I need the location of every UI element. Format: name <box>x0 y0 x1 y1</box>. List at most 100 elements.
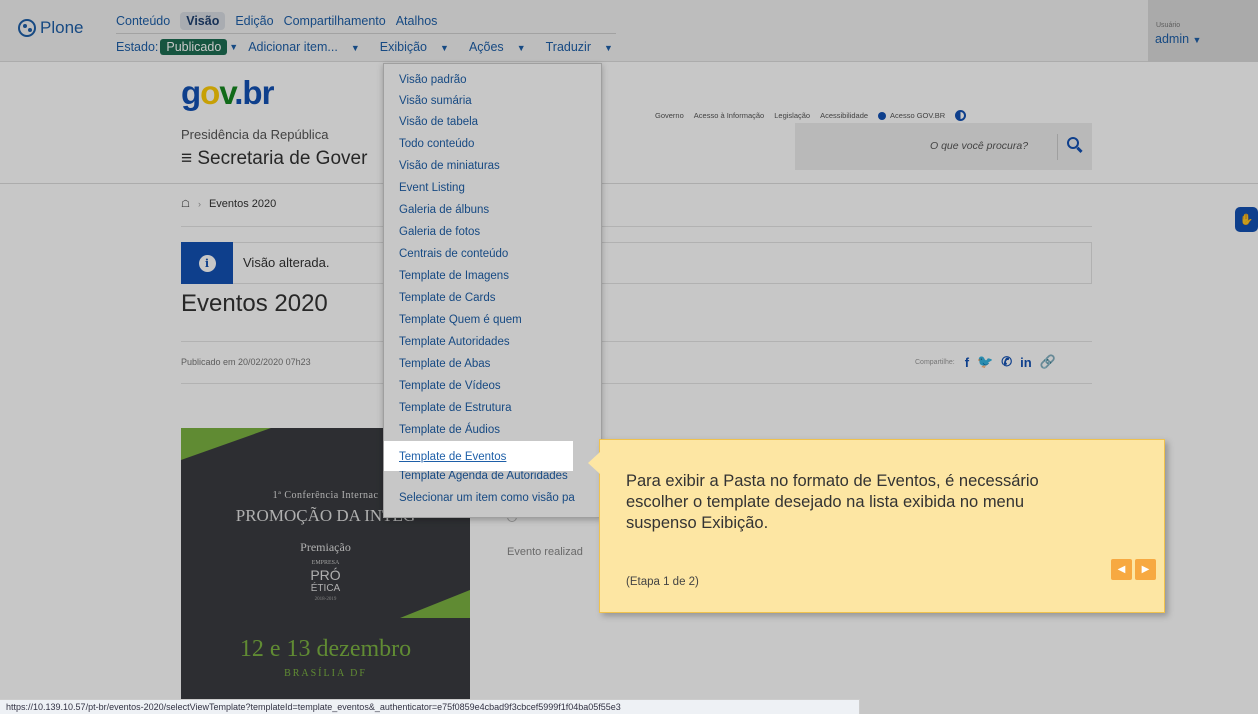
tooltip-step: (Etapa 1 de 2) <box>626 576 699 588</box>
info-icon-box: i <box>181 242 233 284</box>
tab-conteudo[interactable]: Conteúdo <box>116 14 170 28</box>
menu-item-label: Template de Eventos <box>399 451 507 463</box>
govbr-logo[interactable]: gov.br <box>181 74 274 111</box>
site-name-text: Secretaria de Gover <box>197 148 368 169</box>
state-label: Estado: <box>116 40 159 54</box>
page-title: Eventos 2020 <box>181 290 328 317</box>
menu-item[interactable]: Template de Estrutura <box>399 402 512 414</box>
toolbar-divider <box>116 33 616 34</box>
user-menu[interactable] <box>1148 0 1258 62</box>
translate-menu[interactable]: Traduzir ▼ <box>546 40 623 54</box>
actions-label: Ações <box>468 40 504 54</box>
menu-item[interactable]: Centrais de conteúdo <box>399 248 508 260</box>
user-icon <box>878 111 887 120</box>
menu-item[interactable]: Template Quem é quem <box>399 314 522 326</box>
home-icon[interactable]: ☖ <box>181 199 190 210</box>
state-dropdown[interactable]: Publicado <box>160 39 228 55</box>
display-menu[interactable]: Exibição ▼ <box>380 40 459 54</box>
link-acesso-informacao[interactable]: Acesso à Informação <box>694 111 764 120</box>
tab-visao[interactable]: Visão <box>180 12 226 30</box>
contrast-icon[interactable] <box>955 110 967 121</box>
logo-letter-o: o <box>200 74 220 111</box>
menu-item[interactable]: Template Agenda de Autoridades <box>399 470 568 482</box>
menu-item[interactable]: Template de Vídeos <box>399 380 501 392</box>
banner-line: ÉTICA <box>310 583 341 594</box>
menu-item[interactable]: Galeria de álbuns <box>399 204 489 216</box>
org-name: Presidência da República <box>181 127 329 142</box>
add-item-menu[interactable]: Adicionar item... ▼ <box>248 40 370 54</box>
link-governo[interactable]: Governo <box>655 111 684 120</box>
govbr-login-button[interactable]: Acesso GOV.BR <box>878 111 945 120</box>
logo-letter-v: v <box>219 74 235 111</box>
menu-item[interactable]: Template de Cards <box>399 292 496 304</box>
banner-line: 12 e 13 dezembro <box>239 636 412 662</box>
tab-compartilhamento[interactable]: Compartilhamento <box>284 14 386 28</box>
menu-item[interactable]: Todo conteúdo <box>399 138 474 150</box>
tour-prev-button[interactable]: ◀ <box>1111 559 1132 580</box>
user-name[interactable]: admin ▼ <box>1155 32 1201 46</box>
byline-divider-bottom <box>181 383 1092 384</box>
event-side-text: Evento realizad <box>507 546 583 558</box>
menu-item[interactable]: Event Listing <box>399 182 465 194</box>
menu-item[interactable]: Visão padrão <box>399 74 467 86</box>
link-icon[interactable]: 🔗 <box>1040 354 1056 370</box>
tab-atalhos[interactable]: Atalhos <box>396 14 438 28</box>
browser-status-url: https://10.139.10.57/pt-br/eventos-2020/… <box>0 699 860 714</box>
plone-logo-text: Plone <box>40 18 84 37</box>
facebook-icon[interactable]: f <box>965 355 969 370</box>
top-links: Governo Acesso à Informação Legislação A… <box>655 110 967 121</box>
menu-item[interactable]: Template de Imagens <box>399 270 509 282</box>
menu-item[interactable]: Visão de tabela <box>399 116 478 128</box>
logo-letter-g: g <box>181 74 201 111</box>
logo-letters-br: .br <box>234 74 274 111</box>
menu-item[interactable]: Visão sumária <box>399 95 472 107</box>
menu-item[interactable]: Visão de miniaturas <box>399 160 500 172</box>
linkedin-icon[interactable]: in <box>1020 355 1032 370</box>
hamburger-icon[interactable]: ≡ <box>181 148 192 169</box>
share-bar: Compartilhe: f 🐦 ✆ in 🔗 <box>915 354 1056 370</box>
chevron-left-icon: ◀ <box>1117 564 1126 575</box>
chevron-down-icon: ▼ <box>229 42 239 52</box>
chevron-down-icon: ▼ <box>516 43 526 53</box>
menu-item[interactable]: Template de Abas <box>399 358 490 370</box>
chevron-down-icon: ▼ <box>604 43 613 53</box>
tooltip-arrow <box>588 452 600 474</box>
govbr-login-label: Acesso GOV.BR <box>890 111 946 120</box>
banner-shape-right <box>400 590 470 618</box>
menu-item[interactable]: Template Autoridades <box>399 336 510 348</box>
vlibras-hand-icon[interactable]: ✋ <box>1235 207 1258 232</box>
user-label: Usuário <box>1156 22 1181 29</box>
twitter-icon[interactable]: 🐦 <box>977 354 993 370</box>
toolbar-actions: Estado: Publicado ▼ Adicionar item... ▼ E… <box>116 39 633 55</box>
search-placeholder: O que você procura? <box>930 140 1029 152</box>
site-name[interactable]: ≡ Secretaria de Gover <box>181 148 367 170</box>
search-divider <box>1057 134 1058 160</box>
byline-divider-top <box>181 341 1092 342</box>
plone-logo[interactable]: Plone <box>18 18 83 38</box>
menu-item[interactable]: Galeria de fotos <box>399 226 480 238</box>
banner-line: 2018-2019 <box>314 597 337 602</box>
banner-line: Premiação <box>300 540 351 554</box>
menu-item[interactable]: Template de Áudios <box>399 424 500 436</box>
search-icon[interactable] <box>1067 137 1079 149</box>
user-name-text: admin <box>1155 32 1190 46</box>
menu-item[interactable]: Selecionar um item como visão pa <box>399 492 575 504</box>
banner-shape-top <box>181 428 271 460</box>
tab-edicao[interactable]: Edição <box>235 14 273 28</box>
display-label: Exibição <box>379 40 428 54</box>
tour-next-button[interactable]: ▶ <box>1135 559 1156 580</box>
actions-menu[interactable]: Ações ▼ <box>469 40 536 54</box>
breadcrumb-current: Eventos 2020 <box>208 198 277 210</box>
chevron-down-icon: ▼ <box>350 43 360 53</box>
breadcrumb: ☖ › Eventos 2020 <box>181 198 276 210</box>
chevron-right-icon: › <box>197 199 201 209</box>
breadcrumb-divider <box>181 226 1092 227</box>
header-divider <box>0 183 1258 184</box>
link-legislacao[interactable]: Legislação <box>774 111 810 120</box>
banner-line: PRÓ <box>310 567 341 583</box>
share-label: Compartilhe: <box>915 358 955 366</box>
whatsapp-icon[interactable]: ✆ <box>1001 354 1012 370</box>
chevron-down-icon: ▼ <box>440 43 449 53</box>
link-acessibilidade[interactable]: Acessibilidade <box>820 111 868 120</box>
status-message-text: Visão alterada. <box>243 255 330 270</box>
